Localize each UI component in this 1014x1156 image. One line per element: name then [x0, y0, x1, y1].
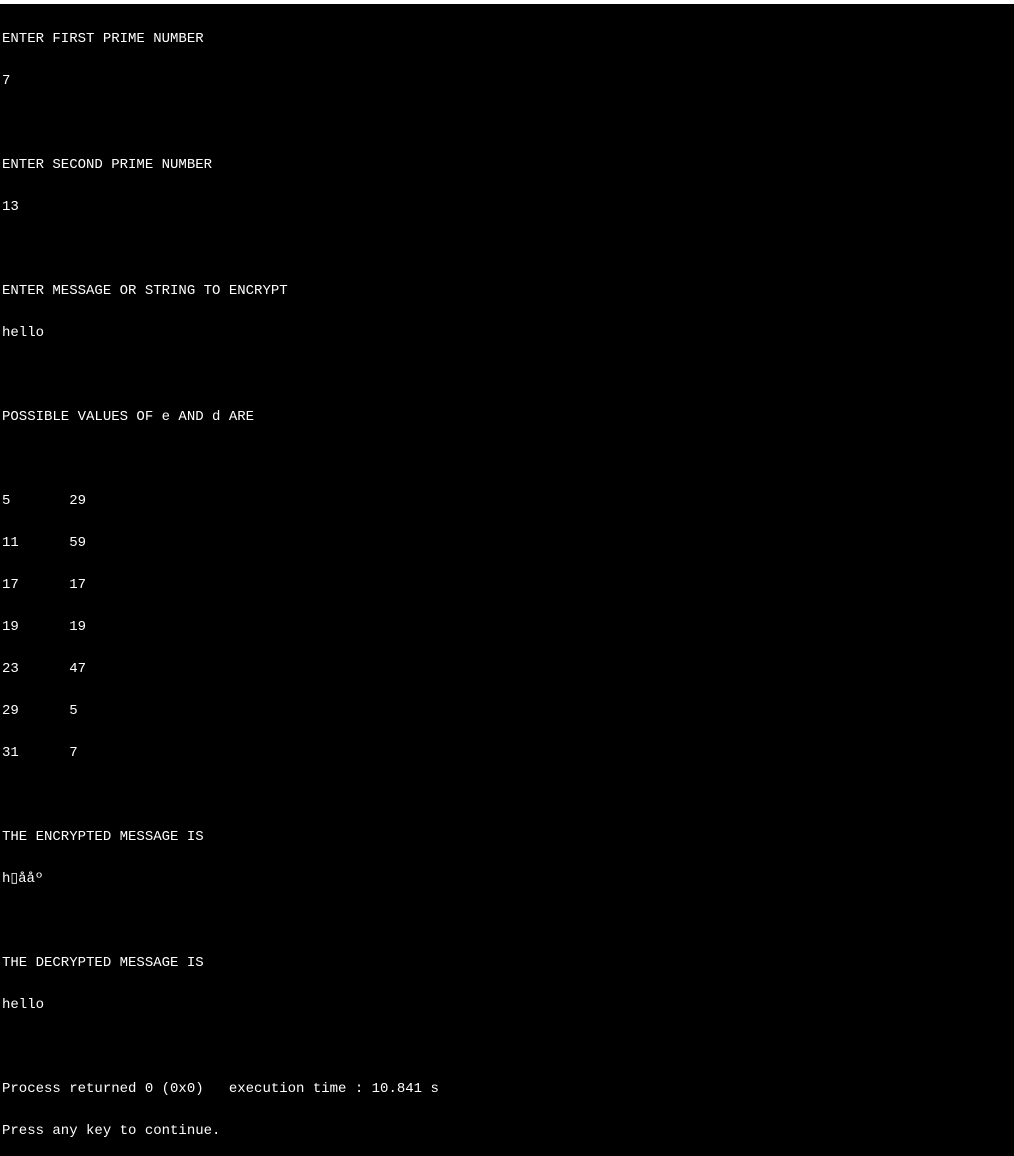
blank-line	[2, 785, 1012, 806]
table-row: 1159	[2, 533, 1012, 554]
terminal-output: ENTER FIRST PRIME NUMBER 7 ENTER SECOND …	[0, 4, 1014, 1156]
col-e: 19	[2, 617, 69, 638]
table-row: 529	[2, 491, 1012, 512]
blank-line	[2, 911, 1012, 932]
prompt-second-prime: ENTER SECOND PRIME NUMBER	[2, 155, 1012, 176]
col-e: 31	[2, 743, 69, 764]
prompt-possible-values: POSSIBLE VALUES OF e AND d ARE	[2, 407, 1012, 428]
col-d: 17	[69, 575, 86, 596]
decrypted-label: THE DECRYPTED MESSAGE IS	[2, 953, 1012, 974]
prompt-message: ENTER MESSAGE OR STRING TO ENCRYPT	[2, 281, 1012, 302]
col-d: 59	[69, 533, 86, 554]
decrypted-value: hello	[2, 995, 1012, 1016]
col-d: 19	[69, 617, 86, 638]
prompt-first-prime: ENTER FIRST PRIME NUMBER	[2, 29, 1012, 50]
blank-line	[2, 365, 1012, 386]
process-returned: Process returned 0 (0x0) execution time …	[2, 1079, 1012, 1100]
col-e: 17	[2, 575, 69, 596]
table-row: 295	[2, 701, 1012, 722]
col-e: 5	[2, 491, 69, 512]
col-e: 11	[2, 533, 69, 554]
value-second-prime: 13	[2, 197, 1012, 218]
col-e: 23	[2, 659, 69, 680]
col-d: 7	[69, 743, 77, 764]
encrypted-label: THE ENCRYPTED MESSAGE IS	[2, 827, 1012, 848]
blank-line	[2, 239, 1012, 260]
value-message: hello	[2, 323, 1012, 344]
encrypted-value: h▯ååº	[2, 869, 1012, 890]
col-e: 29	[2, 701, 69, 722]
col-d: 47	[69, 659, 86, 680]
table-row: 2347	[2, 659, 1012, 680]
col-d: 29	[69, 491, 86, 512]
col-d: 5	[69, 701, 77, 722]
blank-line	[2, 449, 1012, 470]
press-any-key: Press any key to continue.	[2, 1121, 1012, 1142]
table-row: 1919	[2, 617, 1012, 638]
value-first-prime: 7	[2, 71, 1012, 92]
table-row: 1717	[2, 575, 1012, 596]
blank-line	[2, 1037, 1012, 1058]
table-row: 317	[2, 743, 1012, 764]
blank-line	[2, 113, 1012, 134]
